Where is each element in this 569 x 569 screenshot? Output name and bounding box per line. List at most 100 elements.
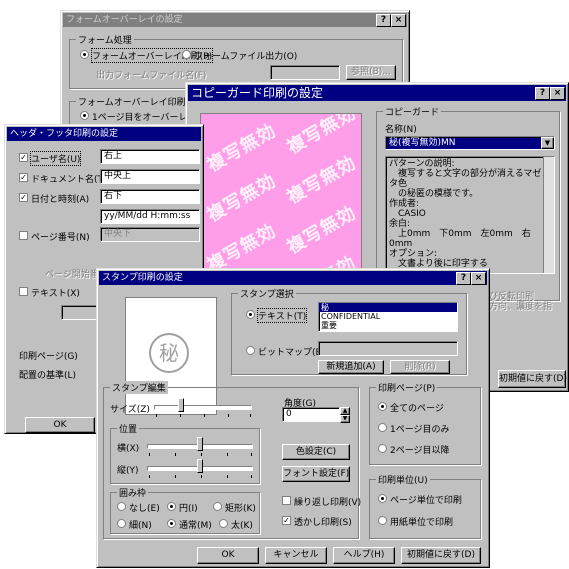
frame-none-radio[interactable] bbox=[117, 502, 126, 511]
pagenum-position-input[interactable]: 中央下 bbox=[100, 227, 200, 242]
stamp-preview-text: 秘 bbox=[159, 341, 179, 365]
pages-second-radio[interactable] bbox=[378, 444, 387, 453]
stamp-edit-group: スタンプ編集 サイズ(Z) 角度(G) 0 ▲ ▼ 位置 横(X) 縦(Y) 色… bbox=[103, 381, 361, 539]
unit-page-label[interactable]: ページ単位で印刷 bbox=[390, 493, 462, 506]
cancel-button[interactable]: キャンセル bbox=[265, 547, 327, 564]
desc-line: 作成者: bbox=[389, 199, 420, 209]
text-label[interactable]: テキスト(X) bbox=[31, 286, 80, 299]
browse-button[interactable]: 参照(B)... bbox=[346, 65, 396, 80]
form-overlay-titlebar[interactable]: フォームオーバーレイの設定 ? × bbox=[63, 13, 407, 27]
help-button[interactable]: ? bbox=[456, 272, 471, 285]
reset-button[interactable]: 初期値に戻す(D) bbox=[498, 370, 567, 388]
angle-spin-up[interactable]: ▲ bbox=[340, 407, 350, 415]
form-file-label[interactable]: フォームファイル出力(O) bbox=[194, 49, 297, 62]
close-button[interactable]: × bbox=[391, 14, 406, 27]
frame-rect-label[interactable]: 矩形(K) bbox=[225, 501, 256, 514]
form-file-radio[interactable] bbox=[182, 50, 191, 59]
text-checkbox[interactable] bbox=[19, 287, 28, 296]
bitmap-input[interactable] bbox=[318, 341, 458, 356]
stamp-select-group: スタンプ選択 テキスト(T) 秘 CONFIDENTIAL 重要 ビットマップ(… bbox=[231, 287, 467, 375]
list-item[interactable]: 秘 bbox=[319, 303, 457, 312]
bitmap-radio-label[interactable]: ビットマップ(B) bbox=[258, 345, 325, 358]
unit-page-radio[interactable] bbox=[378, 494, 387, 503]
frame-thin-label[interactable]: 細(N) bbox=[129, 518, 152, 531]
slider-tick bbox=[251, 453, 252, 456]
print-pages-label: 印刷ページ(P) bbox=[376, 381, 438, 394]
text-radio-label[interactable]: テキスト(T) bbox=[256, 308, 308, 323]
color-settings-button[interactable]: 色設定(C) bbox=[282, 444, 350, 460]
pages-first-radio[interactable] bbox=[378, 423, 387, 432]
frame-rect-radio[interactable] bbox=[213, 502, 222, 511]
pages-second-label[interactable]: 2ページ目以降 bbox=[390, 443, 450, 456]
frame-circle-label[interactable]: 円(I) bbox=[179, 501, 198, 514]
frame-normal-radio[interactable] bbox=[167, 519, 176, 528]
delete-button[interactable]: 削除(R) bbox=[390, 360, 450, 374]
vertical-slider-thumb[interactable] bbox=[197, 459, 203, 473]
angle-input[interactable]: 0 bbox=[282, 407, 340, 422]
repeat-label[interactable]: 繰り返し印刷(V) bbox=[294, 495, 361, 508]
horizontal-slider-thumb[interactable] bbox=[197, 437, 203, 451]
date-label[interactable]: 日付と時刻(A) bbox=[31, 192, 89, 205]
text-list[interactable]: 秘 CONFIDENTIAL 重要 bbox=[318, 302, 458, 332]
stamp-titlebar[interactable]: スタンプ印刷の設定 ? × bbox=[99, 271, 487, 285]
size-slider-thumb[interactable] bbox=[178, 398, 184, 412]
name-select[interactable]: 秘(複写無効)MN bbox=[385, 136, 555, 150]
text-radio[interactable] bbox=[246, 310, 255, 319]
chevron-down-icon[interactable]: ▼ bbox=[541, 137, 554, 149]
close-button[interactable]: × bbox=[550, 87, 565, 100]
help-button[interactable]: ヘルプ(H) bbox=[333, 547, 395, 564]
date-checkbox[interactable]: ✓ bbox=[19, 193, 28, 202]
frame-thick-label[interactable]: 太(K) bbox=[231, 518, 253, 531]
new-add-button[interactable]: 新規追加(A) bbox=[318, 360, 384, 374]
position-label: 位置 bbox=[117, 422, 140, 435]
bitmap-radio[interactable] bbox=[246, 346, 255, 355]
reset-button[interactable]: 初期値に戻す(D) bbox=[401, 547, 481, 564]
desc-line: の秘匿の模様です。 bbox=[389, 189, 479, 199]
pages-all-label[interactable]: 全てのページ bbox=[390, 401, 444, 414]
description-box[interactable]: パターンの説明: 複写すると文字の部分が消えるマゼンタ色 の秘匿の模様です。 作… bbox=[385, 156, 555, 274]
docname-position-input[interactable]: 中央上 bbox=[100, 169, 200, 184]
base-label: 配置の基準(L) bbox=[19, 371, 77, 381]
user-label[interactable]: ユーザ名(U) bbox=[29, 151, 82, 166]
frame-normal-label[interactable]: 通常(M) bbox=[179, 518, 212, 531]
transparent-checkbox[interactable]: ✓ bbox=[282, 516, 291, 525]
help-button[interactable]: ? bbox=[535, 87, 550, 100]
docname-label[interactable]: ドキュメント名(T) bbox=[31, 172, 107, 185]
list-item[interactable]: CONFIDENTIAL bbox=[319, 312, 457, 321]
copyguard-group-label: コピーガード bbox=[383, 105, 442, 118]
docname-checkbox[interactable]: ✓ bbox=[19, 173, 28, 182]
transparent-label[interactable]: 透かし印刷(S) bbox=[294, 515, 352, 528]
repeat-checkbox[interactable] bbox=[282, 496, 291, 505]
frame-thin-radio[interactable] bbox=[117, 519, 126, 528]
slider-tick bbox=[175, 453, 176, 456]
pagenum-checkbox[interactable] bbox=[19, 231, 28, 240]
user-checkbox[interactable]: ✓ bbox=[19, 153, 28, 162]
frame-circle-radio[interactable] bbox=[167, 502, 176, 511]
pages-all-radio[interactable] bbox=[378, 402, 387, 411]
pagenum-label[interactable]: ページ番号(N) bbox=[31, 230, 90, 243]
frame-thick-radio[interactable] bbox=[219, 519, 228, 528]
copyguard-titlebar[interactable]: コピーガード印刷の設定 ? × bbox=[188, 85, 566, 101]
help-button[interactable]: ? bbox=[376, 14, 391, 27]
unit-paper-label[interactable]: 用紙単位で印刷 bbox=[390, 515, 453, 528]
form-print-group-label: フォームオーバーレイ印刷 bbox=[76, 95, 188, 108]
unit-paper-radio[interactable] bbox=[378, 516, 387, 525]
ok-button[interactable]: OK bbox=[25, 417, 95, 433]
ok-button[interactable]: OK bbox=[197, 547, 259, 564]
font-settings-button[interactable]: フォント設定(F) bbox=[282, 466, 350, 482]
angle-spin-down[interactable]: ▼ bbox=[340, 415, 350, 423]
form-print-radio[interactable] bbox=[80, 50, 89, 59]
list-item[interactable]: 重要 bbox=[319, 321, 457, 330]
header-footer-titlebar[interactable]: ヘッダ・フッタ印刷の設定 bbox=[7, 127, 201, 141]
page1-overlay-radio[interactable] bbox=[80, 111, 89, 120]
out-file-input[interactable] bbox=[270, 65, 340, 80]
frame-none-label[interactable]: なし(E) bbox=[129, 501, 160, 514]
close-button[interactable]: × bbox=[471, 272, 486, 285]
date-format-input[interactable]: yy/MM/dd H:mm:ss bbox=[100, 209, 200, 224]
scrollbar[interactable] bbox=[543, 157, 554, 273]
print-unit-group: 印刷単位(U) ページ単位で印刷 用紙単位で印刷 bbox=[369, 473, 481, 539]
size-slider[interactable] bbox=[154, 405, 252, 410]
date-position-input[interactable]: 右下 bbox=[100, 189, 200, 204]
user-position-input[interactable]: 右上 bbox=[100, 149, 200, 164]
pages-first-label[interactable]: 1ページ目のみ bbox=[390, 422, 450, 435]
